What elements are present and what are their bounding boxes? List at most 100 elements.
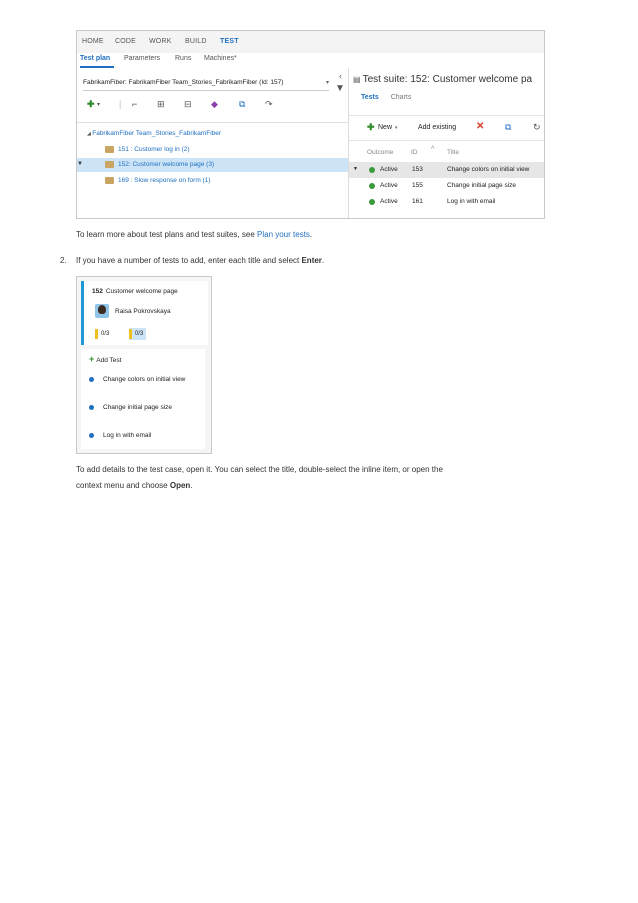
row-outcome: Active — [380, 198, 398, 205]
suite-icon — [105, 161, 114, 168]
toolbar-separator: | — [119, 99, 122, 109]
suite-list-icon: ▤ — [353, 75, 361, 84]
tree-item[interactable]: 169 : Slow response on form (1) — [77, 174, 348, 188]
tree-root-label: FabrikamFiber Team_Stories_FabrikamFiber — [92, 130, 222, 137]
nav-home[interactable]: HOME — [82, 38, 104, 45]
top-nav: HOME CODE WORK BUILD TEST — [77, 31, 544, 53]
card-title-text: Customer welcome page — [105, 288, 178, 295]
step-2-paragraph: If you have a number of tests to add, en… — [76, 253, 324, 269]
tree-item[interactable]: 151 : Customer log in (2) — [77, 143, 348, 157]
row-title: Change colors on initial view — [447, 166, 530, 173]
tree-root[interactable]: ◢ FabrikamFiber Team_Stories_FabrikamFib… — [87, 130, 221, 137]
row-outcome: Active — [380, 166, 398, 173]
tab-parameters[interactable]: Parameters — [124, 55, 160, 62]
new-suite-icon[interactable]: ⌐ — [132, 99, 137, 109]
col-outcome[interactable]: Outcome — [367, 149, 393, 156]
right-pane: ▤ Test suite: 152: Customer welcome pa Te… — [349, 68, 544, 218]
list-item[interactable]: Change colors on initial view — [89, 375, 189, 395]
right-tabs: Tests Charts — [361, 94, 411, 101]
suite-toolbar: ✚ ▾ | ⌐ ⊞ ⊟ ◆ ⧉ ↷ — [87, 99, 337, 113]
sub-nav: Test plan Parameters Runs Machines* — [77, 53, 544, 68]
active-status-icon — [369, 199, 375, 205]
tab-tests[interactable]: Tests — [361, 94, 379, 101]
test-plan-select[interactable]: FabrikamFiber: FabrikamFiber Team_Storie… — [83, 76, 329, 91]
chevron-down-icon[interactable]: ▾ — [395, 125, 398, 131]
row-id: 161 — [412, 198, 423, 205]
context-menu-icon[interactable]: ▼ — [77, 161, 83, 167]
active-status-icon — [369, 167, 375, 173]
nav-work[interactable]: WORK — [149, 38, 172, 45]
bullet-icon — [89, 433, 94, 438]
row-outcome: Active — [380, 182, 398, 189]
context-menu-icon[interactable]: ▼ — [353, 166, 358, 172]
table-row[interactable]: Active 161 Log in with email — [349, 194, 544, 210]
tab-charts[interactable]: Charts — [391, 94, 412, 101]
plus-icon: + — [89, 354, 95, 364]
suite-title-text: Test suite: 152: Customer welcome pa — [362, 74, 533, 85]
tests-grid-header: Outcome ID ^ Title — [349, 146, 544, 160]
tree-item-selected[interactable]: ▼ 152: Customer welcome page (3) — [77, 158, 348, 172]
chevron-down-icon[interactable]: ▾ — [97, 101, 100, 108]
learn-more-paragraph: To learn more about test plans and test … — [76, 227, 312, 243]
tab-machines[interactable]: Machines* — [204, 55, 237, 62]
refresh-icon[interactable]: ↻ — [533, 122, 541, 133]
row-id: 153 — [412, 166, 423, 173]
chevron-down-icon: ▾ — [325, 80, 329, 86]
details-paragraph: To add details to the test case, open it… — [76, 462, 546, 494]
suite-card[interactable]: 152 Customer welcome page Raisa Pokrovska… — [81, 281, 208, 345]
collapse-icon[interactable]: ⊟ — [184, 99, 192, 110]
add-icon[interactable]: ✚ — [367, 122, 375, 133]
nav-test[interactable]: TEST — [220, 38, 239, 45]
card-id: 152 — [92, 288, 103, 295]
active-status-icon — [369, 183, 375, 189]
open-label: Open — [169, 481, 191, 490]
list-item-label: Change colors on initial view — [103, 376, 186, 383]
tree-item-label: 169 : Slow response on form (1) — [118, 177, 211, 184]
learn-more-period: . — [309, 230, 313, 239]
add-test-label: Add Test — [96, 357, 122, 364]
list-item[interactable]: Log in with email — [89, 431, 189, 441]
sort-ascending-icon: ^ — [431, 146, 435, 153]
col-title[interactable]: Title — [447, 149, 459, 156]
tree-item-label: 151 : Customer log in (2) — [118, 146, 190, 153]
details-line-2: context menu and choose Open. — [76, 478, 546, 494]
new-button[interactable]: New — [378, 124, 392, 131]
filter-icon[interactable]: ▼ — [335, 83, 345, 94]
learn-more-text: To learn more about test plans and test … — [76, 230, 257, 239]
tab-test-plan[interactable]: Test plan — [80, 55, 110, 62]
table-row[interactable]: Active 155 Change initial page size — [349, 178, 544, 194]
tab-runs[interactable]: Runs — [175, 55, 191, 62]
list-item[interactable]: Change initial page size — [89, 403, 189, 423]
left-pane: FabrikamFiber: FabrikamFiber Team_Storie… — [77, 68, 348, 218]
export-icon[interactable]: ⧉ — [239, 99, 245, 110]
col-id[interactable]: ID — [411, 149, 418, 156]
test-plan-screenshot: HOME CODE WORK BUILD TEST Test plan Para… — [76, 30, 545, 219]
plan-your-tests-link[interactable]: Plan your tests — [257, 230, 310, 239]
step-2-period: . — [321, 256, 325, 265]
nav-build[interactable]: BUILD — [185, 38, 207, 45]
shared-steps-icon[interactable]: ⧉ — [505, 122, 511, 133]
row-id: 155 — [412, 182, 423, 189]
nav-code[interactable]: CODE — [115, 38, 136, 45]
table-row[interactable]: ▼ Active 153 Change colors on initial vi… — [349, 162, 544, 178]
test-plan-select-value: FabrikamFiber: FabrikamFiber Team_Storie… — [83, 79, 284, 86]
list-item-label: Change initial page size — [103, 404, 173, 411]
add-icon[interactable]: ✚ — [87, 99, 95, 110]
assign-testers-icon[interactable]: ◆ — [211, 99, 218, 110]
remove-icon[interactable]: ✕ — [476, 121, 484, 132]
row-title: Change initial page size — [447, 182, 517, 189]
progress-badge: 0/3 — [95, 328, 109, 340]
add-existing-button[interactable]: Add existing — [418, 124, 456, 131]
tests-toolbar: ✚ New ▾ Add existing ✕ ⧉ ↻ — [349, 115, 544, 141]
add-test-button[interactable]: + Add Test — [89, 354, 121, 364]
suite-icon — [105, 177, 114, 184]
details-period: . — [190, 481, 193, 490]
step-2-text: If you have a number of tests to add, en… — [76, 256, 302, 265]
collapse-pane-icon[interactable]: ‹ — [339, 71, 342, 81]
suite-title: ▤ Test suite: 152: Customer welcome pa — [353, 74, 532, 85]
owner-name: Raisa Pokrovskaya — [115, 308, 171, 315]
refresh-icon[interactable]: ↷ — [265, 99, 273, 110]
expand-icon[interactable]: ⊞ — [157, 99, 165, 110]
details-line-2-text: context menu and choose — [76, 481, 170, 490]
bullet-icon — [89, 377, 94, 382]
